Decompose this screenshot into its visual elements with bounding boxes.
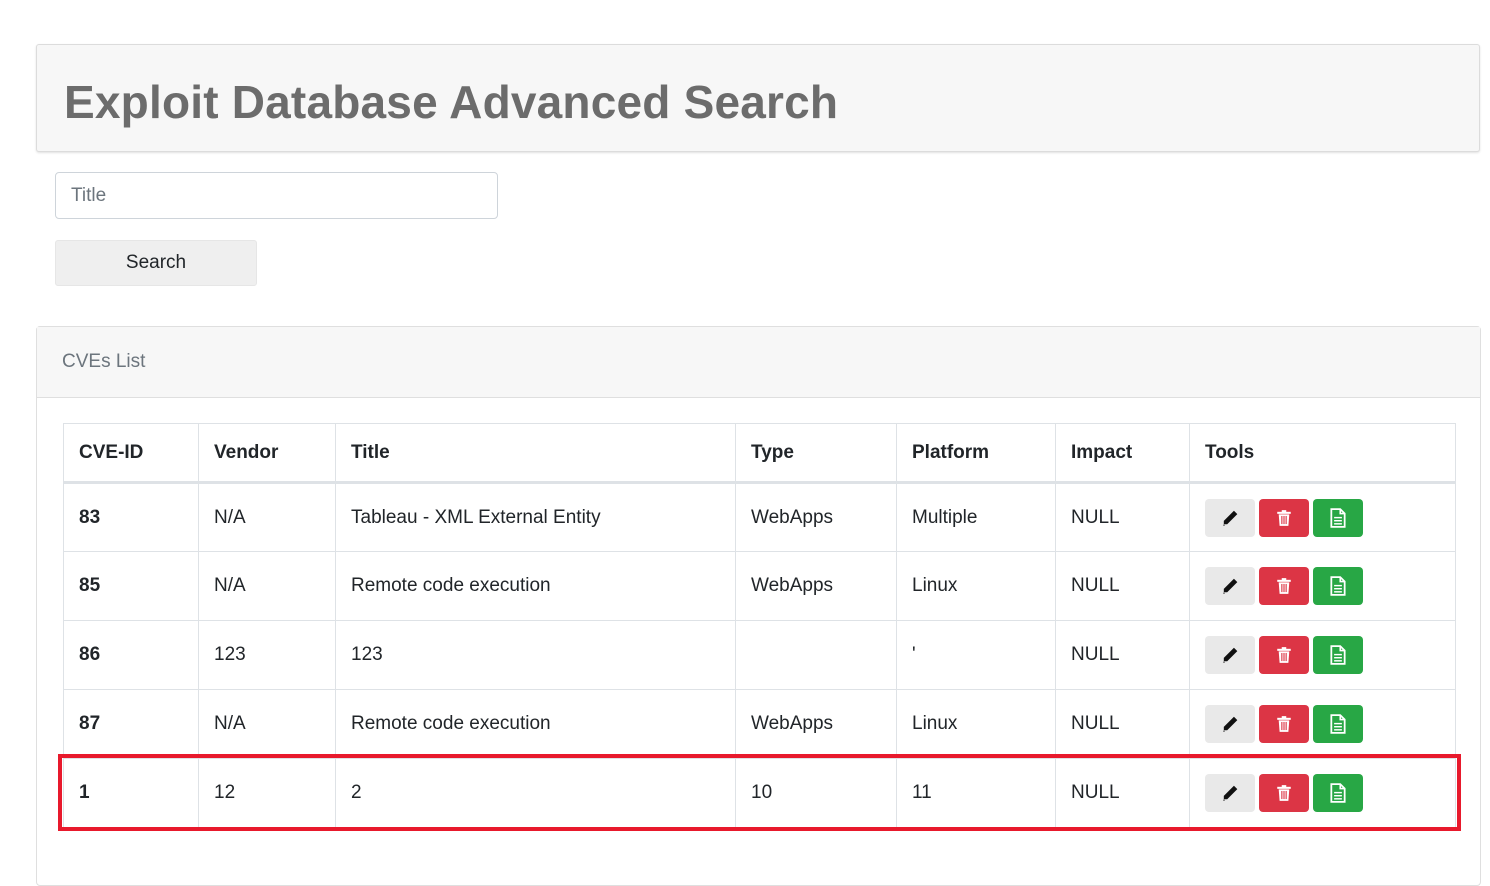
document-icon — [1330, 783, 1346, 803]
cell-impact: NULL — [1055, 689, 1190, 759]
cell-cve-id: 87 — [63, 689, 199, 759]
edit-button[interactable] — [1205, 774, 1255, 812]
delete-button[interactable] — [1259, 636, 1309, 674]
column-header-type: Type — [735, 423, 897, 484]
view-document-button[interactable] — [1313, 774, 1363, 812]
view-document-button[interactable] — [1313, 498, 1363, 537]
pencil-icon — [1223, 647, 1238, 663]
cell-type: WebApps — [735, 551, 897, 621]
cves-table: CVE-ID Vendor Title Type Platform Impact… — [63, 423, 1456, 828]
trash-icon — [1277, 716, 1291, 732]
pencil-icon — [1223, 578, 1238, 594]
cell-title: Remote code execution — [335, 689, 736, 759]
cell-tools — [1189, 482, 1456, 552]
cell-tools — [1189, 689, 1456, 759]
cell-type: WebApps — [735, 689, 897, 759]
table-row: 85 N/A Remote code execution WebApps Lin… — [63, 551, 1456, 621]
column-header-platform: Platform — [896, 423, 1056, 484]
view-document-button[interactable] — [1313, 636, 1363, 674]
column-header-cve-id: CVE-ID — [63, 423, 199, 484]
cves-table-wrapper: CVE-ID Vendor Title Type Platform Impact… — [63, 423, 1456, 828]
cell-type: 10 — [735, 758, 897, 828]
column-header-tools: Tools — [1189, 423, 1456, 484]
trash-icon — [1277, 647, 1291, 663]
table-row: 86 123 123 ' NULL — [63, 620, 1456, 690]
cell-type — [735, 620, 897, 690]
edit-button[interactable] — [1205, 636, 1255, 674]
pencil-icon — [1223, 716, 1238, 732]
document-icon — [1330, 714, 1346, 734]
cell-tools — [1189, 758, 1456, 828]
edit-button[interactable] — [1205, 705, 1255, 743]
trash-icon — [1277, 578, 1291, 594]
cell-title: 123 — [335, 620, 736, 690]
cell-title: Remote code execution — [335, 551, 736, 621]
trash-icon — [1277, 785, 1291, 801]
cell-vendor: N/A — [198, 689, 336, 759]
cell-title: 2 — [335, 758, 736, 828]
cell-cve-id: 1 — [63, 758, 199, 828]
page-title: Exploit Database Advanced Search — [64, 76, 839, 128]
delete-button[interactable] — [1259, 705, 1309, 743]
cell-cve-id: 85 — [63, 551, 199, 621]
cell-vendor: 123 — [198, 620, 336, 690]
trash-icon — [1277, 509, 1291, 526]
column-header-vendor: Vendor — [198, 423, 336, 484]
cell-vendor: N/A — [198, 551, 336, 621]
cell-platform: Linux — [896, 689, 1056, 759]
cell-cve-id: 86 — [63, 620, 199, 690]
cell-cve-id: 83 — [63, 482, 199, 552]
table-header-row: CVE-ID Vendor Title Type Platform Impact… — [63, 423, 1456, 484]
cell-tools — [1189, 620, 1456, 690]
edit-button[interactable] — [1205, 498, 1255, 537]
table-row: 1 12 2 10 11 NULL — [63, 758, 1456, 828]
delete-button[interactable] — [1259, 774, 1309, 812]
search-button[interactable]: Search — [55, 240, 257, 286]
view-document-button[interactable] — [1313, 705, 1363, 743]
pencil-icon — [1223, 510, 1238, 526]
cell-tools — [1189, 551, 1456, 621]
title-search-input[interactable] — [55, 172, 498, 219]
column-header-impact: Impact — [1055, 423, 1190, 484]
cell-title: Tableau - XML External Entity — [335, 482, 736, 552]
card-header: CVEs List — [37, 327, 1480, 398]
cell-vendor: N/A — [198, 482, 336, 552]
card-title: CVEs List — [62, 351, 146, 372]
document-icon — [1330, 507, 1346, 528]
cell-impact: NULL — [1055, 551, 1190, 621]
table-row: 87 N/A Remote code execution WebApps Lin… — [63, 689, 1456, 759]
document-icon — [1330, 576, 1346, 596]
delete-button[interactable] — [1259, 498, 1309, 537]
cell-impact: NULL — [1055, 482, 1190, 552]
cell-platform: ' — [896, 620, 1056, 690]
page-header: Exploit Database Advanced Search — [36, 44, 1480, 152]
pencil-icon — [1223, 785, 1238, 801]
cell-impact: NULL — [1055, 758, 1190, 828]
cell-type: WebApps — [735, 482, 897, 552]
column-header-title: Title — [335, 423, 736, 484]
cell-platform: Multiple — [896, 482, 1056, 552]
cell-vendor: 12 — [198, 758, 336, 828]
view-document-button[interactable] — [1313, 567, 1363, 605]
cves-list-card: CVEs List CVE-ID Vendor Title Type Platf… — [36, 326, 1481, 886]
edit-button[interactable] — [1205, 567, 1255, 605]
cell-platform: 11 — [896, 758, 1056, 828]
cell-impact: NULL — [1055, 620, 1190, 690]
cell-platform: Linux — [896, 551, 1056, 621]
delete-button[interactable] — [1259, 567, 1309, 605]
table-row: 83 N/A Tableau - XML External Entity Web… — [63, 482, 1456, 552]
document-icon — [1330, 645, 1346, 665]
